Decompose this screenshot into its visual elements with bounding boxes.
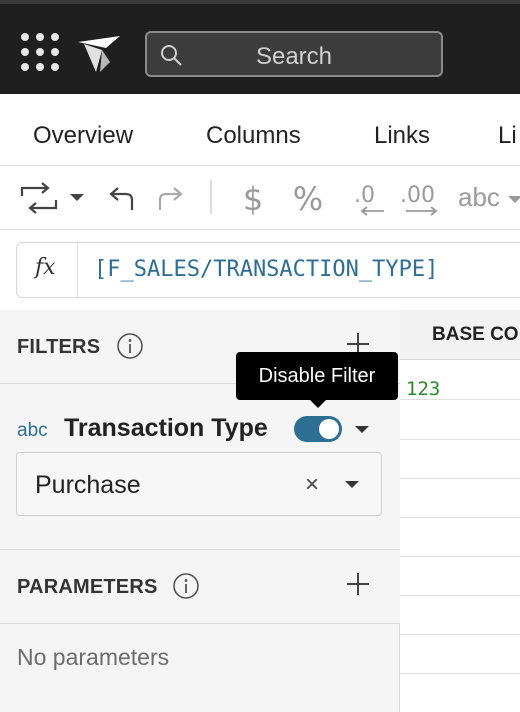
svg-text:.00: .00 <box>400 183 435 208</box>
select-chevron-down-icon[interactable] <box>345 481 359 488</box>
format-toolbar: $ % .0 .00 abc <box>0 166 520 230</box>
toggle-knob <box>319 419 339 439</box>
table-cell: 123 <box>406 378 441 400</box>
column-header-label: BASE CO <box>432 324 519 345</box>
svg-text:%: % <box>293 180 323 216</box>
formula-expression[interactable]: [F_SALES/TRANSACTION_TYPE] <box>94 257 438 282</box>
table-row <box>400 635 520 674</box>
table-row <box>400 479 520 518</box>
tab-overview[interactable]: Overview <box>33 122 133 150</box>
info-icon[interactable] <box>172 572 200 600</box>
svg-text:.0: .0 <box>354 183 375 208</box>
undo-icon[interactable] <box>106 180 136 216</box>
logo-icon[interactable] <box>76 32 122 74</box>
increase-decimal-icon[interactable]: .00 <box>398 180 442 216</box>
parameters-title: PARAMETERS <box>17 576 158 598</box>
table-row: 123 <box>400 361 520 400</box>
tab-links[interactable]: Links <box>374 122 430 150</box>
fx-icon: fx <box>35 255 56 280</box>
data-grid: BASE CO 123 <box>400 310 520 712</box>
filter-name: Transaction Type <box>64 414 268 442</box>
tab-columns[interactable]: Columns <box>206 122 301 150</box>
parameters-header: PARAMETERS <box>0 550 400 624</box>
text-type-label: abc <box>17 420 48 441</box>
top-bar: Search <box>0 0 520 94</box>
table-row <box>400 596 520 635</box>
column-header[interactable]: BASE CO <box>400 310 520 360</box>
search-input[interactable]: Search <box>145 31 443 77</box>
formula-bar[interactable]: fx [F_SALES/TRANSACTION_TYPE] <box>16 242 520 298</box>
toolbar-divider <box>210 180 212 214</box>
filters-title: FILTERS <box>17 336 101 358</box>
table-row <box>400 518 520 557</box>
filter-item: abc Transaction Type Purchase × <box>0 384 400 550</box>
info-icon[interactable] <box>116 332 144 360</box>
redo-icon[interactable] <box>156 180 186 216</box>
formula-divider <box>77 243 78 297</box>
add-parameter-icon[interactable] <box>344 570 372 598</box>
filter-enabled-toggle[interactable] <box>294 416 342 442</box>
tooltip-text: Disable Filter <box>258 365 376 387</box>
search-placeholder: Search <box>255 43 333 70</box>
table-row <box>400 401 520 440</box>
format-abc-dropdown[interactable]: abc <box>458 182 500 213</box>
table-row <box>400 674 520 712</box>
no-parameters-text: No parameters <box>17 644 170 670</box>
filter-value-select[interactable]: Purchase × <box>16 452 382 516</box>
chevron-down-icon[interactable] <box>508 196 520 203</box>
app-grid-icon[interactable] <box>20 32 60 72</box>
table-row <box>400 557 520 596</box>
clear-icon[interactable]: × <box>305 471 319 499</box>
filter-menu-chevron-icon[interactable] <box>355 426 369 433</box>
filter-selected-value: Purchase <box>35 471 141 499</box>
decrease-decimal-icon[interactable]: .0 <box>350 180 386 216</box>
percent-icon[interactable]: % <box>290 180 326 216</box>
tooltip: Disable Filter <box>236 352 398 408</box>
table-row <box>400 440 520 479</box>
currency-icon[interactable]: $ <box>240 180 266 216</box>
tab-truncated[interactable]: Li <box>498 122 517 150</box>
tab-bar: Overview Columns Links Li <box>0 94 520 166</box>
svg-text:$: $ <box>243 180 263 216</box>
convert-icon[interactable] <box>18 180 84 216</box>
